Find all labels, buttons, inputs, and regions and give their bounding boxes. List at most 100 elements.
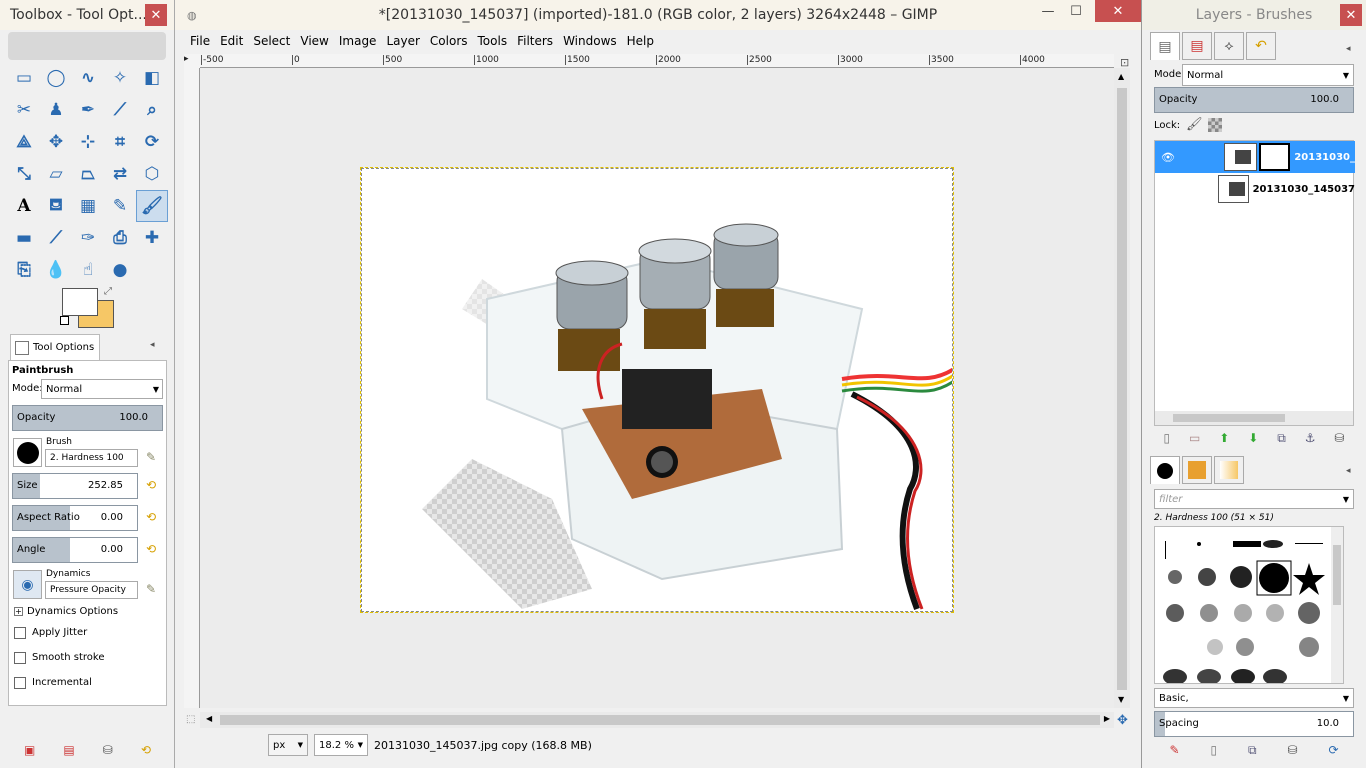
menu-help[interactable]: Help [622, 32, 659, 50]
tool-button[interactable]: ⏢ [72, 158, 104, 190]
menu-image[interactable]: Image [334, 32, 382, 50]
new-layer-icon[interactable]: ▯ [1163, 431, 1170, 445]
dynamics-options-expander[interactable]: + Dynamics Options [14, 606, 118, 617]
brush-filter-input[interactable]: filter ▼ [1154, 489, 1354, 509]
restore-options-icon[interactable]: ▤ [63, 743, 74, 757]
tool-button[interactable]: ⇄ [104, 158, 136, 190]
vertical-scrollbar[interactable]: ▲ ▼ [1114, 68, 1130, 708]
layer-opacity-slider[interactable]: Opacity 100.0 [1154, 87, 1354, 113]
swap-colors-icon[interactable]: ⤢ [104, 286, 112, 297]
tool-button[interactable]: ⌗ [104, 126, 136, 158]
tool-button[interactable]: ✂ [8, 94, 40, 126]
menu-layer[interactable]: Layer [381, 32, 424, 50]
layers-list[interactable]: 👁 20131030_ 20131030_145037 [1154, 140, 1355, 426]
lock-alpha-icon[interactable] [1208, 118, 1222, 132]
menu-tools[interactable]: Tools [473, 32, 513, 50]
tool-button[interactable]: ⟋ [104, 94, 136, 126]
layer-name[interactable]: 20131030_145037 [1253, 184, 1355, 195]
close-button[interactable]: ✕ [1095, 0, 1141, 22]
size-slider[interactable]: Size 252.85 [12, 473, 138, 499]
tool-button[interactable]: ☝ [72, 254, 104, 286]
fg-color-swatch[interactable] [62, 288, 98, 316]
tab-channels[interactable]: ▤ [1182, 32, 1212, 60]
tool-button[interactable]: ⟋ [40, 222, 72, 254]
scroll-down-icon[interactable]: ▼ [1118, 695, 1124, 704]
tab-layers[interactable]: ▤ [1150, 32, 1180, 60]
reset-options-icon[interactable]: ⟲ [141, 743, 151, 757]
tool-button[interactable]: ◧ [136, 62, 168, 94]
menu-colors[interactable]: Colors [425, 32, 473, 50]
tool-button[interactable]: ⬡ [136, 158, 168, 190]
image-canvas[interactable] [360, 167, 954, 613]
edit-dynamics-icon[interactable]: ✎ [146, 582, 156, 596]
tool-button[interactable]: ● [104, 254, 136, 286]
tool-button[interactable]: ∿ [72, 62, 104, 94]
raise-layer-icon[interactable]: ⬆ [1219, 431, 1229, 445]
dynamics-icon[interactable]: ◉ [13, 570, 42, 599]
tool-button[interactable]: ◯ [40, 62, 72, 94]
brushes-tab-menu-icon[interactable]: ◂ [1346, 466, 1351, 476]
tab-patterns[interactable] [1182, 456, 1212, 484]
horizontal-scroll-thumb[interactable] [220, 715, 1100, 725]
tool-button[interactable]: ✧ [104, 62, 136, 94]
tool-button[interactable]: ✒ [72, 94, 104, 126]
eye-icon[interactable]: 👁 [1161, 151, 1178, 164]
tool-button[interactable]: ✎ [104, 190, 136, 222]
apply-jitter-checkbox[interactable] [14, 627, 26, 639]
lower-layer-icon[interactable]: ⬇ [1248, 431, 1258, 445]
minimize-button[interactable]: — [1033, 0, 1063, 22]
tab-menu-icon[interactable]: ◂ [150, 340, 155, 350]
tool-button[interactable]: ⟁ [8, 126, 40, 158]
menu-select[interactable]: Select [248, 32, 295, 50]
spacing-slider[interactable]: Spacing 10.0 [1154, 711, 1354, 737]
layer-name[interactable]: 20131030_ [1294, 152, 1355, 163]
tool-options-tab[interactable]: Tool Options [10, 334, 100, 360]
dynamics-field[interactable]: Pressure Opacity [45, 581, 138, 599]
reset-angle-icon[interactable]: ⟲ [146, 542, 156, 556]
brush-grid-scrollbar[interactable] [1331, 527, 1343, 683]
quick-mask-icon[interactable]: ⬚ [186, 714, 195, 725]
zoom-follow-icon[interactable]: ✥ [1117, 713, 1128, 728]
duplicate-layer-icon[interactable]: ⧉ [1277, 431, 1286, 446]
tool-button[interactable]: ⤡ [8, 158, 40, 190]
canvas-area[interactable] [200, 68, 1114, 708]
tab-brushes[interactable] [1150, 456, 1180, 484]
tool-button[interactable]: ▱ [40, 158, 72, 190]
layer-row[interactable]: 20131030_145037 [1155, 173, 1355, 205]
delete-options-icon[interactable]: ⛁ [103, 743, 113, 757]
opacity-slider[interactable]: Opacity 100.0 [12, 405, 163, 431]
dock-close-button[interactable]: ✕ [1340, 4, 1362, 26]
edit-brush-icon[interactable]: ✎ [146, 450, 156, 464]
tool-button[interactable]: ⊹ [72, 126, 104, 158]
anchor-layer-icon[interactable]: ⚓ [1305, 431, 1316, 445]
horizontal-scrollbar[interactable]: ◀ ▶ [200, 712, 1114, 728]
tool-button[interactable]: ⎘ [8, 254, 40, 286]
maximize-button[interactable]: ☐ [1061, 0, 1091, 22]
smooth-stroke-checkbox[interactable] [14, 652, 26, 664]
tool-button[interactable]: ⛾ [40, 190, 72, 222]
vertical-scroll-thumb[interactable] [1117, 88, 1127, 690]
brush-preview[interactable] [13, 438, 42, 467]
layer-row[interactable]: 👁 20131030_ [1155, 141, 1355, 173]
new-layer-group-icon[interactable]: ▭ [1189, 431, 1200, 445]
toolbox-close-button[interactable]: ✕ [145, 4, 167, 26]
tool-button[interactable]: ▭ [8, 62, 40, 94]
reset-size-icon[interactable]: ⟲ [146, 478, 156, 492]
tool-button[interactable]: 🖌 [136, 190, 168, 222]
lock-pixels-icon[interactable]: 🖌 [1186, 117, 1203, 132]
brush-set-select[interactable]: Basic, ▼ [1154, 688, 1354, 708]
brush-grid[interactable] [1154, 526, 1344, 685]
reset-aspect-icon[interactable]: ⟲ [146, 510, 156, 524]
tool-button[interactable]: ⟳ [136, 126, 168, 158]
tool-button[interactable]: ⎙ [104, 222, 136, 254]
tool-button[interactable]: ✥ [40, 126, 72, 158]
menu-view[interactable]: View [295, 32, 333, 50]
scroll-up-icon[interactable]: ▲ [1118, 72, 1124, 81]
angle-slider[interactable]: Angle 0.00 [12, 537, 138, 563]
menu-windows[interactable]: Windows [558, 32, 622, 50]
layers-mode-select[interactable]: Normal ▼ [1182, 64, 1354, 86]
zoom-select[interactable]: 18.2 % ▼ [314, 734, 368, 756]
tab-gradients[interactable] [1214, 456, 1244, 484]
tool-button[interactable]: ✚ [136, 222, 168, 254]
ruler-corner[interactable]: ▸ [184, 54, 200, 68]
